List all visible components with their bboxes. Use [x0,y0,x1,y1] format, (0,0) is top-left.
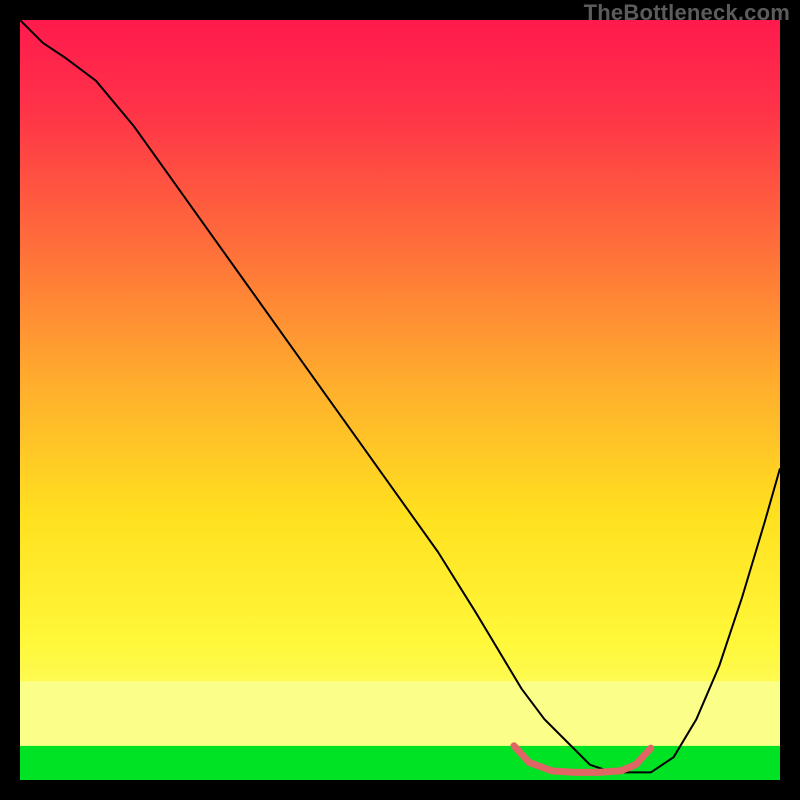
bottleneck-chart [20,20,780,780]
watermark-text: TheBottleneck.com [584,0,790,26]
chart-frame: { "watermark": "TheBottleneck.com", "cha… [0,0,800,800]
gradient-bg [20,20,780,780]
band-yellow-band [20,681,780,746]
